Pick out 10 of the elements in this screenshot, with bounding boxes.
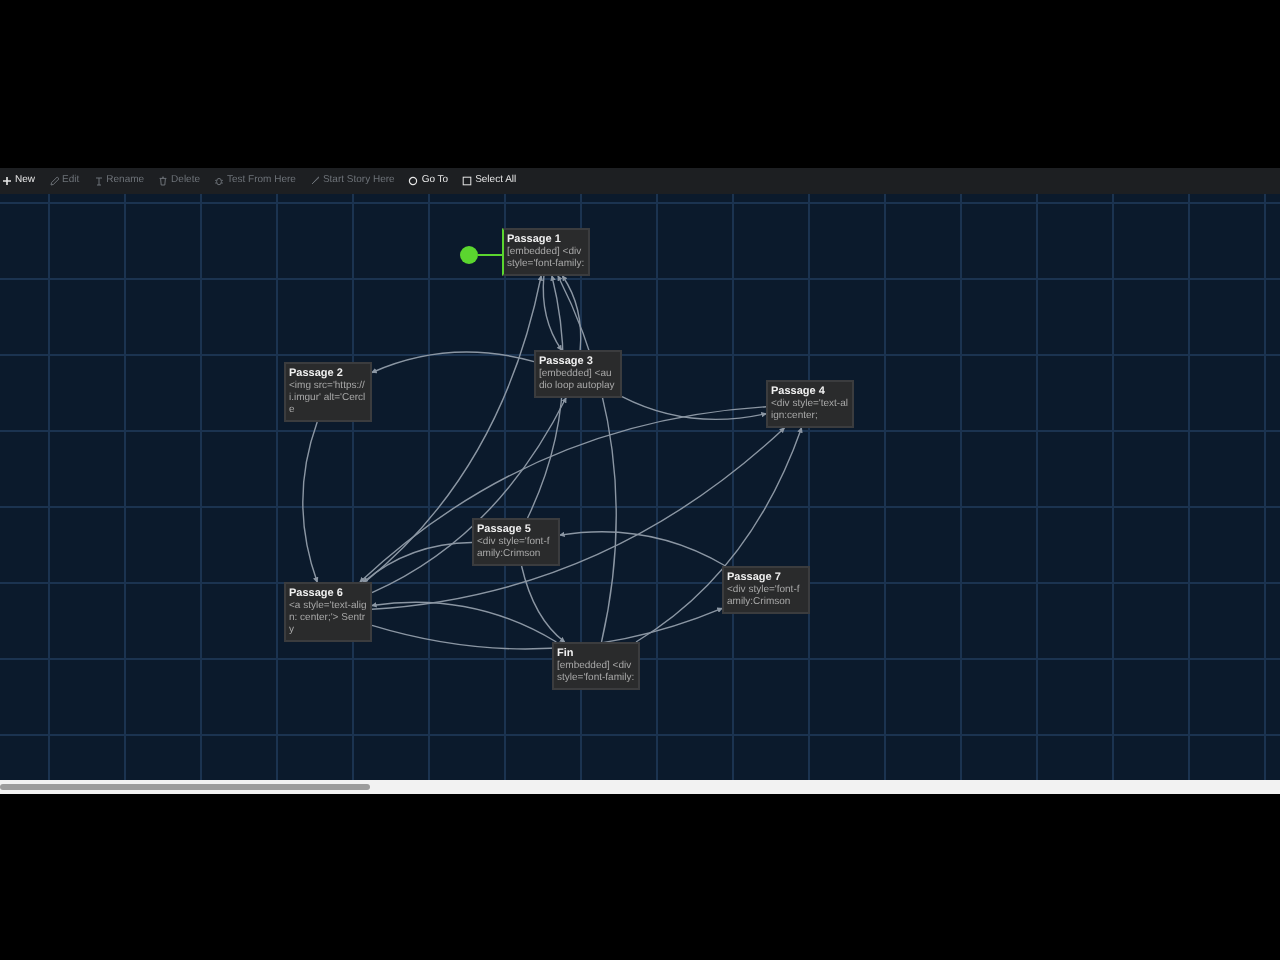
horizontal-scrollbar[interactable]	[0, 780, 1280, 794]
plus-icon	[2, 176, 12, 186]
pencil-icon	[49, 176, 60, 186]
start-marker	[460, 246, 502, 264]
checkbox-icon	[462, 176, 473, 186]
scrollbar-thumb[interactable]	[0, 784, 370, 790]
bug-icon	[214, 176, 224, 186]
trash-icon	[158, 176, 169, 186]
text-cursor-icon	[93, 176, 104, 186]
target-icon	[408, 176, 419, 186]
